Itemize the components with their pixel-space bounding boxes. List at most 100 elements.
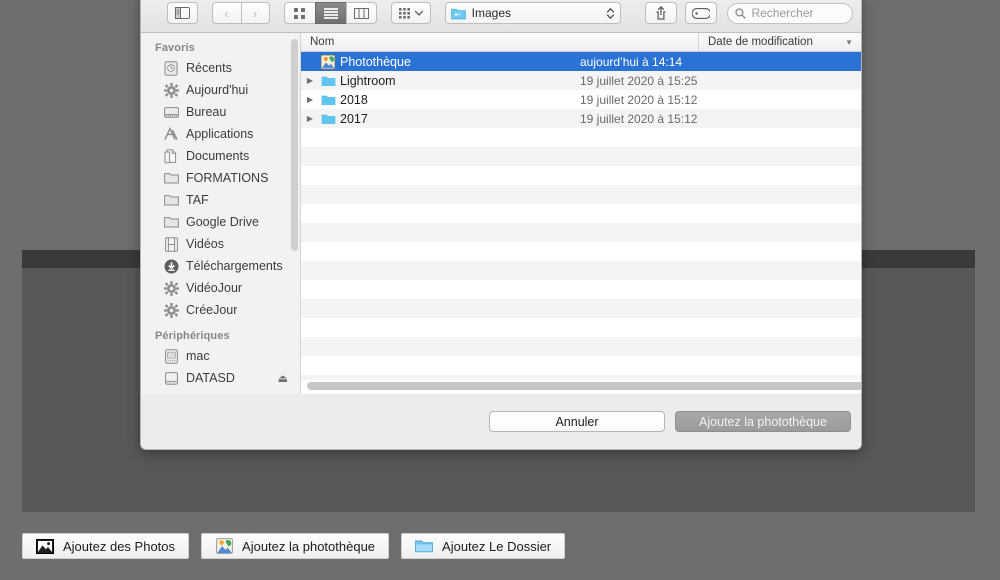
file-picker-dialog: ‹ › [140,0,862,450]
file-name: Lightroom [337,74,571,88]
sidebar-item-formations[interactable]: FORMATIONS [141,167,300,189]
sidebar-item-label: FORMATIONS [186,171,268,185]
sidebar-item-videos[interactable]: Vidéos [141,233,300,255]
empty-row [301,147,861,166]
chevron-down-icon: ▼ [845,38,853,47]
chevron-down-icon [415,10,423,16]
file-date: 19 juillet 2020 à 15:12 [571,93,861,107]
horizontal-scrollbar[interactable] [307,382,861,390]
path-popup-button[interactable]: Images [445,2,621,24]
file-date: aujourd’hui à 14:14 [571,55,861,69]
confirm-add-library-button[interactable]: Ajoutez la photothèque [675,411,851,432]
column-header-date-label: Date de modification [708,36,813,48]
sidebar-item-label: DATASD [186,371,235,385]
sidebar-item-label: Google Drive [186,215,259,229]
forward-chevron-icon: › [253,6,257,21]
sidebar-item-videojour[interactable]: VidéoJour [141,277,300,299]
sidebar-item-label: Téléchargements [186,259,283,273]
empty-row [301,299,861,318]
folder-icon [163,170,179,186]
table-row[interactable]: ▶201719 juillet 2020 à 15:12 [301,109,861,128]
column-header-name[interactable]: Nom [301,33,699,51]
file-name: Photothèque [337,55,571,69]
finder-toolbar: ‹ › [141,0,861,33]
sidebar-item-label: CréeJour [186,303,237,317]
sidebar-item-label: Documents [186,149,249,163]
table-row[interactable]: ▶201819 juillet 2020 à 15:12 [301,90,861,109]
list-view-button[interactable] [315,2,346,24]
search-icon [735,8,746,19]
path-popup-label: Images [472,6,600,20]
disclosure-triangle-icon[interactable]: ▶ [301,76,319,85]
empty-row [301,185,861,204]
sidebar-item-applications[interactable]: Applications [141,123,300,145]
add-photo-library-button[interactable]: Ajoutez la photothèque [201,533,389,559]
arrange-button[interactable] [391,2,431,24]
share-button[interactable] [645,2,677,24]
empty-row [301,223,861,242]
table-row[interactable]: ▶ Lightroom19 juillet 2020 à 15:25 [301,71,861,90]
sidebar-item-taf[interactable]: TAF [141,189,300,211]
column-headers: Nom Date de modification ▼ [301,33,861,52]
add-folder-button[interactable]: Ajoutez Le Dossier [401,533,565,559]
sidebar-item-google-drive[interactable]: Google Drive [141,211,300,233]
sidebar-item-aujourdhui[interactable]: Aujourd'hui [141,79,300,101]
grid-icon [294,8,305,19]
updown-chevrons-icon [606,7,615,20]
sidebar-item-label: mac [186,349,210,363]
column-header-date[interactable]: Date de modification ▼ [699,33,861,51]
disclosure-triangle-icon[interactable]: ▶ [301,114,319,123]
forward-button[interactable]: › [241,2,270,24]
images-folder-icon [451,7,466,20]
photos-library-icon [215,538,233,554]
empty-row [301,261,861,280]
empty-row [301,356,861,375]
file-date: 19 juillet 2020 à 15:12 [571,112,861,126]
file-date: 19 juillet 2020 à 15:25 [571,74,861,88]
gear-smart-folder-icon [163,82,179,98]
sidebar-toggle-button[interactable] [167,2,198,24]
file-list: Nom Date de modification ▼ Photothèqueau… [301,33,861,394]
search-placeholder: Rechercher [751,6,813,20]
photos-library-icon [319,55,337,69]
folder-icon [163,192,179,208]
sidebar-item-telechargements[interactable]: Téléchargements [141,255,300,277]
table-row[interactable]: Photothèqueaujourd’hui à 14:14 [301,52,861,71]
sidebar-scrollbar[interactable] [291,39,298,251]
eject-icon[interactable]: ⏏ [278,372,288,385]
desktop-background-right [862,0,1000,250]
add-photos-label: Ajoutez des Photos [63,539,175,554]
disclosure-triangle-icon[interactable]: ▶ [301,95,319,104]
empty-row [301,166,861,185]
search-field[interactable]: Rechercher [727,3,853,24]
sidebar-item-bureau[interactable]: Bureau [141,101,300,123]
share-icon [655,6,667,20]
back-button[interactable]: ‹ [212,2,241,24]
folder-icon [319,94,337,106]
empty-row [301,318,861,337]
desktop-background-mid-right [975,250,1000,512]
desktop-icon [163,104,179,120]
tags-button[interactable] [685,2,717,24]
icon-view-button[interactable] [284,2,315,24]
downloads-icon [163,258,179,274]
add-photos-button[interactable]: Ajoutez des Photos [22,533,189,559]
sidebar-item-mac[interactable]: mac [141,345,300,367]
movies-icon [163,236,179,252]
cancel-button[interactable]: Annuler [489,411,665,432]
sidebar-item-documents[interactable]: Documents [141,145,300,167]
sidebar-item-recents[interactable]: Récents [141,57,300,79]
add-folder-label: Ajoutez Le Dossier [442,539,551,554]
folder-icon [319,75,337,87]
sidebar-item-datasd[interactable]: DATASD ⏏ [141,367,300,389]
blue-folder-icon [415,538,433,554]
sidebar-item-label: Aujourd'hui [186,83,248,97]
bottom-toolbar: Ajoutez des Photos Ajoutez la photothèqu… [0,512,1000,580]
documents-icon [163,148,179,164]
file-rows: Photothèqueaujourd’hui à 14:14 ▶ Lightroom… [301,52,861,380]
applications-icon [163,126,179,142]
sidebar-item-creejour[interactable]: CréeJour [141,299,300,321]
navigation-buttons: ‹ › [212,2,270,24]
sidebar: Favoris Récents Aujourd'hui [141,33,301,394]
column-view-button[interactable] [346,2,377,24]
